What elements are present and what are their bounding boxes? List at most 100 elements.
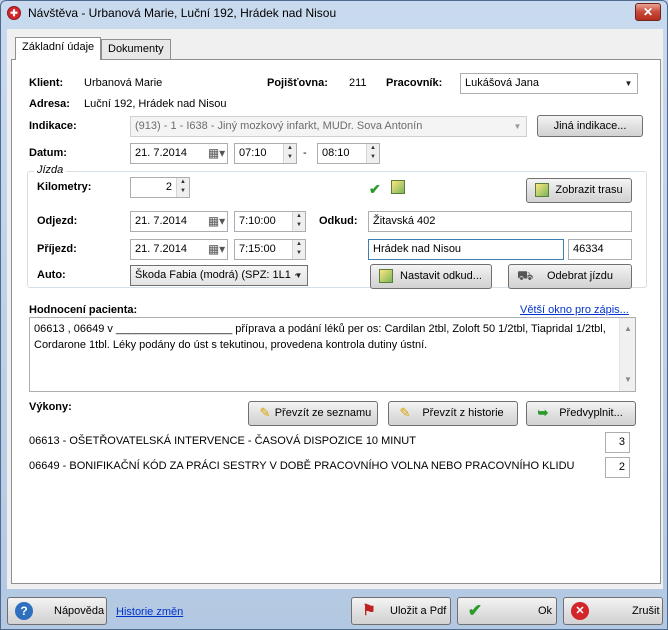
time-from-input[interactable]: 07:10 ▲ ▼	[234, 143, 297, 164]
take-from-list-label: Převzít ze seznamu	[274, 407, 372, 419]
close-button[interactable]: ✕	[635, 3, 661, 21]
help-button[interactable]: ? Nápověda	[7, 597, 107, 625]
departure-time-spinner[interactable]: ▲ ▼	[292, 212, 305, 231]
window-title: Návštěva - Urbanová Marie, Luční 192, Hr…	[28, 6, 337, 20]
show-route-label: Zobrazit trasu	[555, 184, 623, 196]
remove-trip-label: Odebrat jízdu	[546, 270, 614, 282]
car-icon: ⛟	[517, 268, 534, 283]
evaluation-textarea[interactable]: 06613 , 06649 v ___________________ příp…	[29, 317, 636, 392]
time-from-value: 07:10	[239, 147, 267, 159]
arrival-time-input[interactable]: 7:15:00 ▲ ▼	[234, 239, 306, 260]
map-icon	[535, 183, 549, 197]
evaluation-label: Hodnocení pacienta:	[29, 304, 138, 316]
arrival-label: Příjezd:	[37, 243, 77, 255]
to-zip-value: 46334	[573, 243, 604, 255]
worker-select[interactable]: Lukášová Jana ▼	[460, 73, 638, 94]
to-zip-input[interactable]: 46334	[568, 239, 632, 260]
bigger-window-link[interactable]: Větší okno pro zápis...	[520, 304, 629, 316]
save-pdf-button[interactable]: ⚑ Uložit a Pdf	[351, 597, 451, 625]
arrival-date-value: 21. 7.2014	[135, 243, 187, 255]
worker-label: Pracovník:	[386, 77, 443, 89]
address-value: Luční 192, Hrádek nad Nisou	[84, 98, 227, 110]
take-from-list-button[interactable]: ✎ Převzít ze seznamu	[248, 401, 378, 426]
procedure-qty-2[interactable]: 2	[605, 457, 630, 478]
check-icon: ✔	[369, 181, 381, 197]
help-label: Nápověda	[54, 605, 105, 617]
tab-documents[interactable]: Dokumenty	[101, 39, 171, 59]
map-icon	[379, 269, 393, 283]
prefill-button[interactable]: ➥ Předvyplnit...	[526, 401, 636, 426]
from-street-input[interactable]: Žitavská 402	[368, 211, 632, 232]
procedures-label: Výkony:	[29, 401, 72, 413]
arrival-time-spinner[interactable]: ▲ ▼	[292, 240, 305, 259]
car-select[interactable]: Škoda Fabia (modrá) (SPZ: 1L1 · ▼	[130, 265, 308, 286]
worker-select-value: Lukášová Jana	[465, 77, 539, 89]
calendar-icon[interactable]: ▦▾	[206, 240, 227, 259]
arrival-date-input[interactable]: 21. 7.2014 ▦▾	[130, 239, 228, 260]
calendar-icon[interactable]: ▦▾	[206, 144, 227, 163]
arrival-time-value: 7:15:00	[239, 243, 276, 255]
time-to-input[interactable]: 08:10 ▲ ▼	[317, 143, 380, 164]
other-indication-button[interactable]: Jiná indikace...	[537, 115, 643, 137]
indication-label: Indikace:	[29, 120, 77, 132]
pencil-icon: ✎	[399, 405, 411, 420]
km-input[interactable]: 2 ▲ ▼	[130, 177, 190, 198]
time-from-spinner[interactable]: ▲ ▼	[283, 144, 296, 163]
procedure-item-1: 06613 - OŠETŘOVATELSKÁ INTERVENCE - ČASO…	[29, 435, 416, 447]
car-select-value: Škoda Fabia (modrá) (SPZ: 1L1 ·	[135, 269, 298, 281]
to-city-value: Hrádek nad Nisou	[373, 243, 462, 255]
trip-group-title: Jízda	[34, 164, 67, 176]
evaluation-scrollbar[interactable]: ▲ ▼	[619, 318, 635, 391]
procedure-item-2: 06649 - BONIFIKAČNÍ KÓD ZA PRÁCI SESTRY …	[29, 460, 575, 472]
title-bar[interactable]: ✚ Návštěva - Urbanová Marie, Luční 192, …	[1, 1, 667, 25]
departure-label: Odjezd:	[37, 215, 78, 227]
from-street-value: Žitavská 402	[373, 215, 436, 227]
time-dash: -	[303, 147, 307, 159]
date-label: Datum:	[29, 147, 67, 159]
insurer-label: Pojišťovna:	[267, 77, 328, 89]
visit-window: ✚ Návštěva - Urbanová Marie, Luční 192, …	[0, 0, 668, 630]
departure-date-value: 21. 7.2014	[135, 215, 187, 227]
change-history-link[interactable]: Historie změn	[116, 606, 183, 618]
time-to-spinner[interactable]: ▲ ▼	[366, 144, 379, 163]
ok-icon: ✔	[467, 601, 483, 620]
map-icon[interactable]	[391, 180, 405, 194]
take-from-history-button[interactable]: ✎ Převzít z historie	[388, 401, 518, 426]
visit-app-icon: ✚	[7, 6, 21, 20]
ok-button[interactable]: ✔ Ok	[457, 597, 557, 625]
indication-select[interactable]: (913) - 1 - I638 - Jiný mozkový infarkt,…	[130, 116, 527, 137]
date-value: 21. 7.2014	[135, 147, 187, 159]
calendar-icon[interactable]: ▦▾	[206, 212, 227, 231]
set-from-button[interactable]: Nastavit odkud...	[370, 264, 492, 289]
cancel-icon: ✕	[571, 602, 589, 620]
car-label: Auto:	[37, 269, 66, 281]
chevron-down-icon: ▼	[294, 271, 303, 280]
prefill-label: Předvyplnit...	[559, 407, 623, 419]
take-from-history-label: Převzít z historie	[422, 407, 504, 419]
tab-panel-basic-info: Klient: Urbanová Marie Pojišťovna: 211 P…	[11, 59, 661, 584]
client-value: Urbanová Marie	[84, 77, 163, 89]
departure-time-input[interactable]: 7:10:00 ▲ ▼	[234, 211, 306, 232]
from-label: Odkud:	[319, 215, 358, 227]
indication-select-value: (913) - 1 - I638 - Jiný mozkový infarkt,…	[135, 120, 423, 132]
set-from-label: Nastavit odkud...	[400, 270, 482, 282]
cancel-button[interactable]: ✕ Zrušit	[563, 597, 663, 625]
km-spinner[interactable]: ▲ ▼	[176, 178, 189, 197]
show-route-button[interactable]: Zobrazit trasu	[526, 178, 632, 203]
address-label: Adresa:	[29, 98, 70, 110]
km-label: Kilometry:	[37, 181, 92, 193]
insurer-value: 211	[349, 77, 367, 89]
to-city-input[interactable]: Hrádek nad Nisou	[368, 239, 564, 260]
evaluation-text: 06613 , 06649 v ___________________ příp…	[34, 323, 606, 351]
pdf-icon: ⚑	[362, 602, 376, 619]
departure-date-input[interactable]: 21. 7.2014 ▦▾	[130, 211, 228, 232]
time-to-value: 08:10	[322, 147, 350, 159]
tab-basic-info[interactable]: Základní údaje	[15, 37, 102, 60]
procedure-qty-1[interactable]: 3	[605, 432, 630, 453]
cancel-label: Zrušit	[632, 605, 660, 617]
remove-trip-button[interactable]: ⛟ Odebrat jízdu	[508, 264, 632, 289]
ok-label: Ok	[538, 605, 553, 617]
save-pdf-label: Uložit a Pdf	[390, 605, 447, 617]
departure-time-value: 7:10:00	[239, 215, 276, 227]
date-input[interactable]: 21. 7.2014 ▦▾	[130, 143, 228, 164]
